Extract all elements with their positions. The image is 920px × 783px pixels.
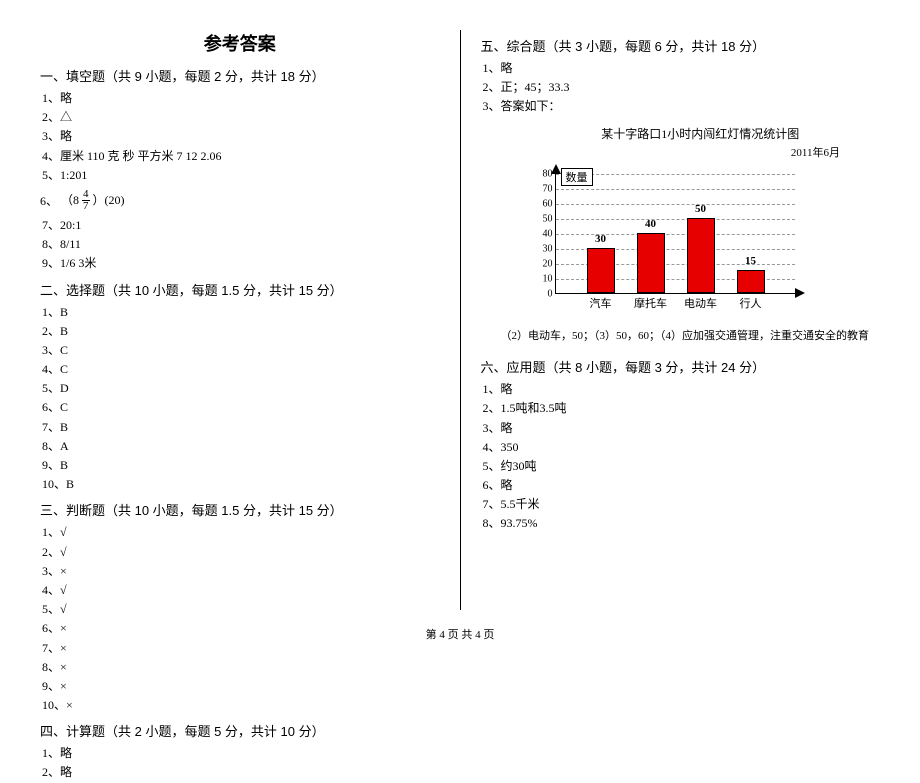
chart-subtitle: 2011年6月 [521,144,841,160]
bar-value-label: 15 [738,255,764,267]
judge-a3: 3、× [42,562,440,581]
grid-line [556,189,795,190]
chart-bar: 40 [637,233,665,293]
y-tick-label: 10 [533,273,553,284]
fill-a2: 2、△ [42,108,440,127]
chart-container: 某十字路口1小时内闯红灯情况统计图 2011年6月 数量 30 汽车 40 摩托车 50… [521,125,881,322]
section-2-header: 二、选择题（共 10 小题，每题 1.5 分，共计 15 分） [40,280,440,299]
calc-a2: 2、略 [42,763,440,782]
fill-a7: 7、20:1 [42,216,440,235]
column-divider [460,30,461,610]
fill-a6-prefix: 6、 [40,192,58,211]
y-tick-label: 40 [533,228,553,239]
chart-bar: 15 [737,270,765,293]
app-a6: 6、略 [483,476,881,495]
calc-a1: 1、略 [42,744,440,763]
y-tick-label: 60 [533,198,553,209]
fill-a1: 1、略 [42,89,440,108]
fill-a8: 8、8/11 [42,235,440,254]
y-axis-label: 数量 [561,168,593,186]
choice-a8: 8、A [42,437,440,456]
y-tick-label: 50 [533,213,553,224]
section-3-header: 三、判断题（共 10 小题，每题 1.5 分，共计 15 分） [40,500,440,519]
judge-a8: 8、× [42,658,440,677]
fraction-icon: 4 7 [82,189,90,212]
app-a4: 4、350 [483,438,881,457]
comp-note: （2）电动车，50；（3）50，60；（4）应加强交通管理，注重交通安全的教育 [501,328,881,346]
chart-title: 某十字路口1小时内闯红灯情况统计图 [521,125,881,142]
y-tick-label: 80 [533,168,553,179]
app-a8: 8、93.75% [483,514,881,533]
bar-value-label: 40 [638,218,664,230]
fill-a6: 6、 （8 4 7 ）(20) [40,189,440,212]
fill-a6-left: （8 [61,191,79,210]
choice-a4: 4、C [42,360,440,379]
section-5-header: 五、综合题（共 3 小题，每题 6 分，共计 18 分） [481,36,881,55]
judge-a5: 5、√ [42,600,440,619]
fill-a3: 3、略 [42,127,440,146]
choice-a2: 2、B [42,322,440,341]
right-column: 五、综合题（共 3 小题，每题 6 分，共计 18 分） 1、略 2、正；45；… [481,30,881,610]
comp-a2: 2、正；45；33.3 [483,78,881,97]
choice-a7: 7、B [42,418,440,437]
bar-value-label: 30 [588,233,614,245]
x-tick-label: 汽车 [581,295,621,311]
bar-value-label: 50 [688,203,714,215]
section-6-header: 六、应用题（共 8 小题，每题 3 分，共计 24 分） [481,357,881,376]
page-number: 第 4 页 共 4 页 [0,626,920,642]
chart-bar: 50 [687,218,715,293]
chart-bar: 30 [587,248,615,293]
grid-line [556,204,795,205]
app-a3: 3、略 [483,419,881,438]
y-tick-label: 30 [533,243,553,254]
comp-a1: 1、略 [483,59,881,78]
y-tick-label: 20 [533,258,553,269]
x-tick-label: 行人 [731,295,771,311]
y-tick-label: 0 [533,288,553,299]
app-a1: 1、略 [483,380,881,399]
section-4-header: 四、计算题（共 2 小题，每题 5 分，共计 10 分） [40,721,440,740]
main-title: 参考答案 [40,30,440,56]
choice-a3: 3、C [42,341,440,360]
app-a5: 5、约30吨 [483,457,881,476]
choice-a9: 9、B [42,456,440,475]
x-tick-label: 电动车 [681,295,721,311]
judge-a10: 10、× [42,696,440,715]
section-1-header: 一、填空题（共 9 小题，每题 2 分，共计 18 分） [40,66,440,85]
choice-a6: 6、C [42,398,440,417]
fill-a5: 5、1:201 [42,166,440,185]
left-column: 参考答案 一、填空题（共 9 小题，每题 2 分，共计 18 分） 1、略 2、… [40,30,440,610]
fill-a9: 9、1/6 3米 [42,254,440,273]
fill-a4: 4、厘米 110 克 秒 平方米 7 12 2.06 [42,147,440,166]
choice-a10: 10、B [42,475,440,494]
app-a7: 7、5.5千米 [483,495,881,514]
choice-a5: 5、D [42,379,440,398]
judge-a1: 1、√ [42,523,440,542]
y-tick-label: 70 [533,183,553,194]
comp-a3: 3、答案如下： [483,97,881,116]
judge-a9: 9、× [42,677,440,696]
judge-a4: 4、√ [42,581,440,600]
arrow-right-icon [795,288,805,298]
judge-a2: 2、√ [42,543,440,562]
app-a2: 2、1.5吨和3.5吨 [483,399,881,418]
choice-a1: 1、B [42,303,440,322]
grid-line [556,219,795,220]
bar-chart: 数量 30 汽车 40 摩托车 50 电动车 15 行人 0 10 20 30 40 50 60 70 80 [521,162,821,322]
fill-a6-right: ）(20) [93,191,125,210]
x-tick-label: 摩托车 [631,295,671,311]
